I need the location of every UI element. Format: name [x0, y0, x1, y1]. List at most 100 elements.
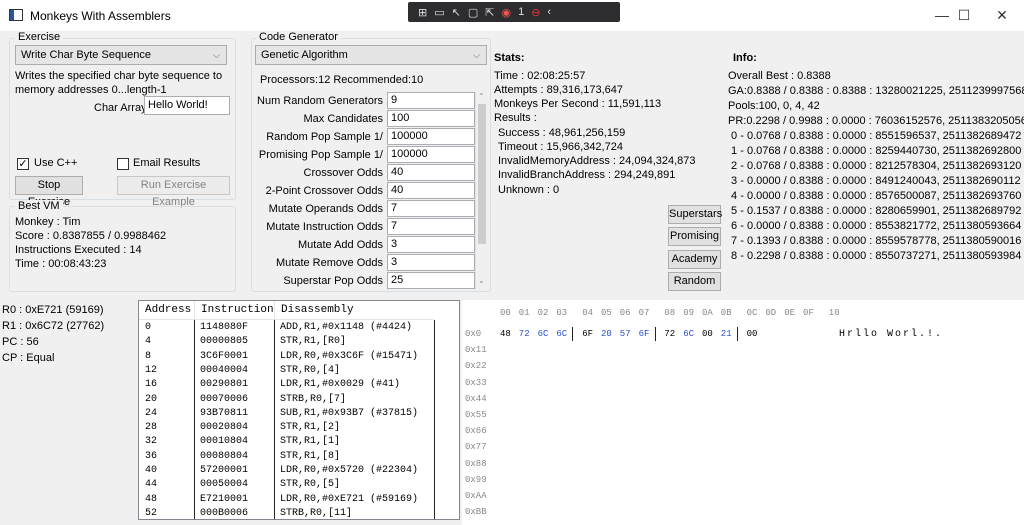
param-input[interactable]: 7 [387, 200, 475, 217]
hex-column-header: 09 [683, 308, 694, 318]
row-disassembly: STR,R1,[8] [280, 450, 341, 462]
scroll-down-icon[interactable]: ⌄ [478, 276, 485, 285]
table-row[interactable]: 28 00020804 STR,R1,[2] [139, 421, 439, 435]
table-row[interactable]: 24 93B70811 SUB,R1,#0x93B7 (#37815) [139, 407, 439, 421]
random-button[interactable]: Random [668, 272, 721, 291]
code-generator-combo-value: Genetic Algorithm [261, 49, 348, 61]
param-input[interactable]: 100000 [387, 128, 475, 145]
row-instruction: 00020804 [200, 422, 249, 434]
info-line: PR:0.2298 / 0.9988 : 0.0000 : 7603615257… [728, 115, 1024, 127]
select-element-icon[interactable]: ↖ [452, 6, 461, 19]
row-disassembly: STR,R1,[1] [280, 436, 341, 448]
best-vm-time: Time : 00:08:43:23 [15, 258, 107, 270]
param-input[interactable]: 40 [387, 164, 475, 181]
layout-adorners-icon[interactable]: ▢ [468, 6, 478, 19]
use-cpp-checkbox[interactable]: ✓ [17, 158, 29, 170]
col-header-disassembly[interactable]: Disassembly [274, 301, 434, 320]
hex-column-header: 0D [765, 308, 777, 318]
hex-byte[interactable]: 6F [639, 329, 650, 339]
video-icon[interactable]: ▭ [434, 6, 444, 19]
academy-button[interactable]: Academy [668, 250, 721, 269]
promising-button[interactable]: Promising [668, 227, 721, 246]
hex-byte[interactable]: 00 [747, 329, 758, 339]
param-input[interactable]: 100000 [387, 146, 475, 163]
hex-row-0-ascii: Hrllo Worl.!. [839, 329, 944, 340]
code-generator-combo[interactable]: Genetic Algorithm ⌵ [255, 45, 487, 65]
hex-memory-view[interactable]: 00 01 02 03 04 05 06 07 08 09 0A 0B 0C 0D 0E 0F 10 0x0 0x… [462, 300, 1024, 525]
params-scroll-thumb[interactable] [478, 104, 486, 244]
hex-byte[interactable]: 00 [702, 329, 713, 339]
param-input[interactable]: 25 [387, 272, 475, 289]
track-focus-icon[interactable]: ⇱ [485, 6, 494, 19]
table-row[interactable]: 40 57200001 LDR,R0,#0x5720 (#22304) [139, 464, 439, 478]
stats-results: Results : [494, 112, 537, 124]
hex-column-header: 06 [619, 308, 631, 318]
disassembly-grid[interactable]: Address Instruction Disassembly 0 1148080… [138, 300, 460, 520]
hex-row-address: 0x88 [465, 458, 487, 469]
hex-row-address: 0x0 [465, 329, 482, 339]
binding-failures-count: 1 [518, 6, 525, 18]
info-line: 8 - 0.2298 / 0.8388 : 0.0000 : 855073727… [728, 250, 1022, 262]
row-address: 40 [145, 465, 158, 476]
param-input[interactable]: 3 [387, 236, 475, 253]
row-instruction: 00010804 [200, 436, 249, 448]
collapse-toolbar-icon[interactable]: ‹ [547, 6, 551, 18]
row-address: 20 [145, 393, 158, 405]
hex-row-address: 0x33 [465, 377, 487, 388]
binding-failures-icon[interactable]: ◉ [501, 6, 511, 19]
table-row[interactable]: 36 00080804 STR,R1,[8] [139, 450, 439, 464]
live-visual-tree-icon[interactable]: ⊞ [418, 6, 427, 19]
hex-byte[interactable]: 6F [582, 329, 593, 339]
table-row[interactable]: 48 E7210001 LDR,R0,#0xE721 (#59169) [139, 493, 439, 507]
param-input[interactable]: 3 [387, 254, 475, 271]
hex-byte[interactable]: 6C [556, 329, 567, 339]
table-row[interactable]: 20 00070006 STRB,R0,[7] [139, 393, 439, 407]
row-disassembly: ADD,R1,#0x1148 (#4424) [280, 322, 413, 333]
col-header-instruction[interactable]: Instruction [194, 301, 274, 320]
table-row[interactable]: 4 00000805 STR,R1,[R0] [139, 335, 439, 349]
stop-exercise-button[interactable]: Stop Exercise [15, 176, 83, 208]
table-row[interactable]: 44 00050004 STR,R0,[5] [139, 478, 439, 492]
email-results-label: Email Results [133, 157, 201, 169]
param-input[interactable]: 40 [387, 182, 475, 199]
email-results-checkbox[interactable] [117, 158, 129, 170]
hex-byte[interactable]: 6C [538, 329, 549, 339]
param-input[interactable]: 9 [387, 92, 475, 109]
best-vm-group-title: Best VM [15, 200, 63, 212]
hex-byte[interactable]: 72 [664, 329, 675, 339]
char-array-input[interactable]: Hello World! [144, 96, 230, 115]
scroll-up-icon[interactable]: ⌃ [478, 92, 485, 101]
info-line: Pools:100, 0, 4, 42 [728, 100, 820, 112]
run-exercise-example-button[interactable]: Run Exercise Example [117, 176, 230, 208]
hex-byte[interactable]: 6C [683, 329, 694, 339]
table-row[interactable]: 32 00010804 STR,R1,[1] [139, 435, 439, 449]
param-input[interactable]: 7 [387, 218, 475, 235]
row-address: 4 [145, 336, 152, 348]
hex-byte[interactable]: 21 [721, 329, 732, 339]
table-row[interactable]: 12 00040004 STR,R0,[4] [139, 364, 439, 378]
window-title: Monkeys With Assemblers [30, 9, 171, 23]
close-button[interactable]: ✕ [979, 4, 1024, 26]
superstars-button[interactable]: Superstars [668, 205, 722, 224]
exercise-combo-value: Write Char Byte Sequence [21, 49, 152, 61]
param-label: Superstar Pop Odds [283, 275, 383, 287]
hex-byte[interactable]: 57 [620, 329, 631, 339]
exercise-combo[interactable]: Write Char Byte Sequence ⌵ [15, 45, 227, 65]
table-row[interactable]: 52 000B0006 STRB,R0,[11] [139, 507, 439, 519]
col-header-address[interactable]: Address [139, 301, 194, 320]
hex-byte[interactable]: 20 [601, 329, 612, 339]
info-title: Info: [733, 52, 757, 64]
row-instruction: 00000805 [200, 336, 249, 348]
row-address: 44 [145, 479, 158, 491]
params-scrollbar[interactable]: ⌃ ⌄ [475, 92, 487, 290]
stats-monkeys-per-second: Monkeys Per Second : 11,591,113 [494, 98, 662, 110]
hex-byte[interactable]: 48 [500, 329, 511, 339]
hex-byte[interactable]: 72 [519, 329, 530, 339]
hot-reload-icon[interactable]: ⊖ [531, 6, 540, 19]
table-row[interactable]: 16 00290801 LDR,R1,#0x0029 (#41) [139, 378, 439, 392]
table-row[interactable]: 0 1148080F ADD,R1,#0x1148 (#4424) [139, 321, 439, 335]
info-lines: Overall Best : 0.8388 GA:0.8388 / 0.8388 … [728, 69, 1024, 264]
register-value: R0 : 0xE721 (59169) [2, 304, 104, 316]
param-input[interactable]: 100 [387, 110, 475, 127]
table-row[interactable]: 8 3C6F0001 LDR,R0,#0x3C6F (#15471) [139, 350, 439, 364]
